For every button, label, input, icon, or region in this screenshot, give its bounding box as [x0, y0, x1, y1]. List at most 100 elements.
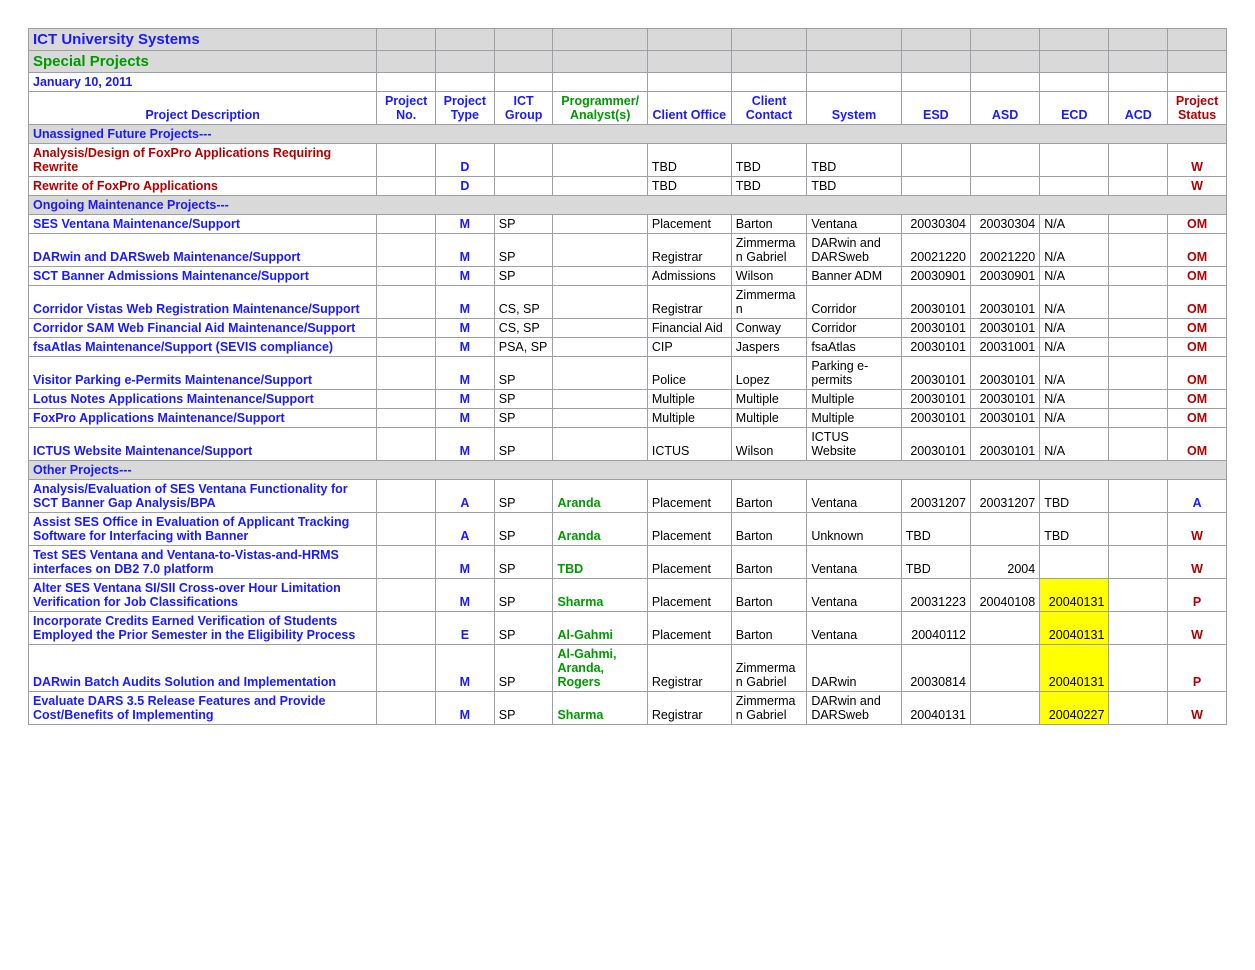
cell-no: [377, 267, 436, 286]
cell-no: [377, 612, 436, 645]
cell-prog: [553, 409, 647, 428]
cell-desc: Lotus Notes Applications Maintenance/Sup…: [29, 390, 377, 409]
section-header: Ongoing Maintenance Projects---: [29, 196, 1227, 215]
cell-no: [377, 409, 436, 428]
cell-desc: ICTUS Website Maintenance/Support: [29, 428, 377, 461]
cell-no: [377, 144, 436, 177]
cell-no: [377, 513, 436, 546]
cell-ecd: [1040, 546, 1109, 579]
cell-contact: Barton: [731, 513, 807, 546]
cell-esd: 20021220: [901, 234, 970, 267]
cell-group: SP: [494, 480, 553, 513]
cell-acd: [1109, 513, 1168, 546]
cell-type: M: [436, 645, 495, 692]
cell-status: OM: [1168, 319, 1227, 338]
col-no: Project No.: [377, 92, 436, 125]
col-type: Project Type: [436, 92, 495, 125]
cell-acd: [1109, 612, 1168, 645]
cell-group: CS, SP: [494, 319, 553, 338]
cell-system: Multiple: [807, 409, 901, 428]
cell-desc: Corridor Vistas Web Registration Mainten…: [29, 286, 377, 319]
cell-system: DARwin and DARSweb: [807, 692, 901, 725]
cell-no: [377, 177, 436, 196]
cell-office: CIP: [647, 338, 731, 357]
cell-prog: TBD: [553, 546, 647, 579]
cell-desc: fsaAtlas Maintenance/Support (SEVIS comp…: [29, 338, 377, 357]
col-system: System: [807, 92, 901, 125]
cell-office: Financial Aid: [647, 319, 731, 338]
cell-acd: [1109, 409, 1168, 428]
col-desc: Project Description: [29, 92, 377, 125]
cell-ecd: N/A: [1040, 409, 1109, 428]
cell-esd: 20030304: [901, 215, 970, 234]
cell-status: OM: [1168, 267, 1227, 286]
cell-type: M: [436, 390, 495, 409]
cell-prog: [553, 286, 647, 319]
cell-acd: [1109, 692, 1168, 725]
cell-prog: [553, 234, 647, 267]
cell-contact: Barton: [731, 546, 807, 579]
cell-desc: SES Ventana Maintenance/Support: [29, 215, 377, 234]
cell-asd: 20030101: [970, 357, 1039, 390]
cell-office: Placement: [647, 579, 731, 612]
cell-esd: [901, 144, 970, 177]
cell-asd: [970, 177, 1039, 196]
cell-system: Ventana: [807, 579, 901, 612]
cell-prog: [553, 338, 647, 357]
cell-acd: [1109, 177, 1168, 196]
cell-desc: Corridor SAM Web Financial Aid Maintenan…: [29, 319, 377, 338]
cell-type: A: [436, 480, 495, 513]
cell-group: SP: [494, 215, 553, 234]
cell-system: Unknown: [807, 513, 901, 546]
cell-office: TBD: [647, 144, 731, 177]
cell-group: CS, SP: [494, 286, 553, 319]
col-esd: ESD: [901, 92, 970, 125]
cell-desc: Alter SES Ventana SI/SII Cross-over Hour…: [29, 579, 377, 612]
cell-type: D: [436, 144, 495, 177]
cell-office: Multiple: [647, 390, 731, 409]
cell-prog: Al-Gahmi: [553, 612, 647, 645]
cell-ecd: N/A: [1040, 319, 1109, 338]
cell-system: Banner ADM: [807, 267, 901, 286]
cell-office: Registrar: [647, 692, 731, 725]
cell-ecd: N/A: [1040, 428, 1109, 461]
cell-contact: Barton: [731, 612, 807, 645]
cell-prog: [553, 319, 647, 338]
cell-contact: Barton: [731, 579, 807, 612]
cell-asd: [970, 144, 1039, 177]
cell-acd: [1109, 645, 1168, 692]
cell-prog: [553, 357, 647, 390]
cell-acd: [1109, 546, 1168, 579]
cell-ecd: 20040131: [1040, 579, 1109, 612]
cell-no: [377, 357, 436, 390]
cell-esd: 20030101: [901, 357, 970, 390]
cell-contact: Multiple: [731, 390, 807, 409]
cell-contact: Zimmerman: [731, 286, 807, 319]
cell-group: SP: [494, 409, 553, 428]
cell-group: SP: [494, 612, 553, 645]
cell-system: TBD: [807, 144, 901, 177]
cell-contact: Conway: [731, 319, 807, 338]
cell-acd: [1109, 338, 1168, 357]
cell-group: SP: [494, 546, 553, 579]
cell-acd: [1109, 267, 1168, 286]
cell-asd: 20030901: [970, 267, 1039, 286]
cell-group: SP: [494, 390, 553, 409]
cell-status: OM: [1168, 357, 1227, 390]
cell-prog: [553, 215, 647, 234]
cell-contact: Wilson: [731, 267, 807, 286]
cell-desc: Evaluate DARS 3.5 Release Features and P…: [29, 692, 377, 725]
cell-system: fsaAtlas: [807, 338, 901, 357]
cell-ecd: 20040227: [1040, 692, 1109, 725]
cell-ecd: N/A: [1040, 234, 1109, 267]
col-prog: Programmer/ Analyst(s): [553, 92, 647, 125]
col-asd: ASD: [970, 92, 1039, 125]
cell-prog: [553, 390, 647, 409]
cell-no: [377, 428, 436, 461]
cell-desc: Test SES Ventana and Ventana-to-Vistas-a…: [29, 546, 377, 579]
cell-esd: 20030101: [901, 319, 970, 338]
cell-ecd: N/A: [1040, 286, 1109, 319]
cell-asd: [970, 645, 1039, 692]
cell-group: SP: [494, 428, 553, 461]
cell-esd: 20030101: [901, 338, 970, 357]
